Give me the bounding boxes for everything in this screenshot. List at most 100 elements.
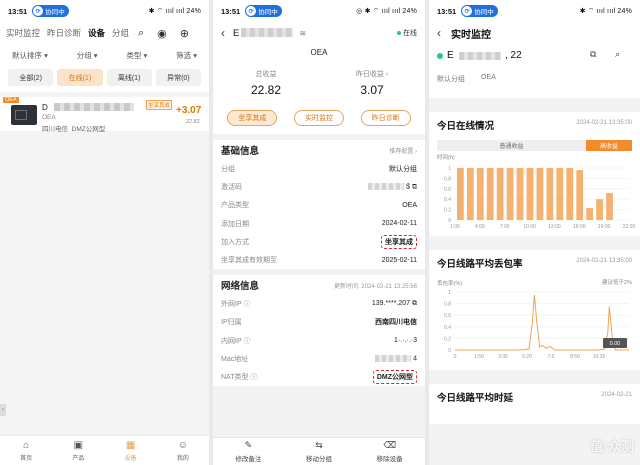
chip-all[interactable]: 全部(2) — [8, 69, 54, 86]
y-tick-label: 0.8 — [444, 176, 451, 182]
online-status-card: 今日在线情况 2024-02-21 13:35:00 普通收益 高收益 时间(h… — [429, 112, 640, 236]
nav-products[interactable]: ▣ 产品 — [52, 436, 104, 465]
nav-me[interactable]: ☺ 我的 — [157, 436, 209, 465]
recommend-link[interactable]: 推荐配置 › — [389, 146, 417, 155]
tab-diagnosis[interactable]: 昨日诊断 — [47, 27, 81, 39]
y-tick-label: 0 — [448, 348, 451, 354]
device-name: E — [447, 50, 454, 61]
online-bar — [606, 192, 613, 220]
status-bar: 13:51 ⟳ 协同中 ✱ ⌔ ıııl ıııl 24% — [429, 0, 640, 22]
loss-line-chart: 1 0.8 0.6 0.4 0.2 00 1:50 3:35 5:20 7:5 8:50 10:35 0… — [444, 290, 629, 360]
tab-realtime[interactable]: 实时监控 — [6, 27, 40, 39]
device-type: OEA — [481, 74, 496, 81]
edit-icon: ✎ — [244, 440, 253, 450]
back-icon[interactable]: ‹ — [221, 26, 225, 40]
info-row: 分组 默认分组 — [221, 166, 417, 174]
sync-pill: ⟳ 协同中 — [461, 5, 498, 17]
title-redacted — [241, 28, 294, 38]
edit-note-button[interactable]: ✎ 修改备注 — [213, 438, 284, 465]
side-handle[interactable]: ‹ — [0, 404, 6, 416]
tab-groups[interactable]: 分组 — [112, 27, 129, 39]
device-total: 22.82 — [186, 119, 200, 125]
eye-icon[interactable]: ◉ — [157, 27, 167, 40]
bottom-nav: ⌂ 首页 ▣ 产品 ▦ 设备 ☺ 我的 — [0, 435, 209, 465]
online-bar — [457, 168, 464, 220]
device-name-redacted — [54, 103, 134, 111]
device-type: OEA — [42, 114, 56, 121]
back-icon[interactable]: ‹ — [437, 26, 441, 40]
action-buttons: 坐享其成 实时监控 昨日诊断 — [213, 106, 425, 134]
add-icon[interactable]: ⊕ — [180, 27, 189, 40]
nat-type-highlight: DMZ公网型 — [372, 369, 417, 384]
x-tick-label: 0 — [454, 354, 457, 360]
online-bar — [506, 168, 514, 220]
online-bar — [476, 168, 484, 220]
device-name-suffix: , 22 — [505, 50, 522, 61]
x-tick-label: 7:00 — [500, 224, 510, 230]
x-tick-label: 1:00 — [450, 224, 460, 230]
nav-devices[interactable]: ▦ 设备 — [105, 436, 157, 465]
remove-device-button[interactable]: ⌫ 移除设备 — [354, 438, 425, 465]
yesterday-earnings[interactable]: 昨日收益 › 3.07 — [319, 66, 425, 106]
x-tick-label: 8:50 — [570, 354, 580, 360]
status-bar: 13:51 ⟳ 协同中 ✱ ⌔ ıııl ıııl 24% — [0, 0, 209, 22]
watermark: 值·众测 — [590, 439, 634, 454]
x-tick-label: 19:00 — [598, 224, 611, 230]
share-button[interactable]: 坐享其成 — [227, 110, 278, 126]
y-tick-label: 0.6 — [444, 313, 451, 319]
x-tick-label: 10:35 — [593, 354, 606, 360]
info-icon[interactable]: ⓘ — [243, 338, 250, 345]
move-group-button[interactable]: ⇆ 移动分组 — [284, 438, 355, 465]
status-indicators: ✱ ⌔ ıııl ıııl 24% — [579, 7, 632, 15]
device-icons[interactable]: ⧉ ⌕ — [590, 49, 628, 60]
info-icon[interactable]: ⓘ — [243, 301, 250, 308]
y-tick-label: 0.4 — [444, 197, 451, 203]
online-bar — [566, 168, 574, 220]
x-tick-label: 4:00 — [475, 224, 485, 230]
device-thumbnail — [11, 105, 37, 125]
delay-timestamp: 2024-02-21 — [601, 392, 632, 398]
realtime-button[interactable]: 实时监控 — [293, 110, 344, 126]
section-title: 基础信息 — [221, 146, 260, 157]
page-title: 实时监控 — [451, 29, 491, 41]
earnings-summary: 总收益 22.82 昨日收益 › 3.07 — [213, 66, 425, 106]
filter-dropdown[interactable]: 筛选 ▾ — [176, 50, 197, 61]
loss-value-label: 0.00 — [610, 341, 621, 347]
monitor-device-info: E , 22 ⧉ ⌕ 默认分组 OEA — [429, 44, 640, 98]
sort-dropdown[interactable]: 默认排序 ▾ — [12, 50, 48, 61]
info-icon[interactable]: ⓘ — [250, 374, 257, 381]
nav-home[interactable]: ⌂ 首页 — [0, 436, 52, 465]
bag-icon: ▣ — [73, 439, 84, 451]
chip-abnormal[interactable]: 异常(0) — [155, 69, 201, 86]
chip-online[interactable]: 在线(1) — [57, 69, 103, 86]
high-earning-tab[interactable]: 高收益 — [586, 140, 632, 151]
user-icon: ☺ — [177, 439, 188, 451]
device-name: D — [42, 103, 48, 112]
x-tick-label: 10:00 — [523, 224, 536, 230]
online-bar — [526, 168, 534, 220]
diagnosis-button[interactable]: 昨日诊断 — [360, 110, 411, 126]
online-ylabel: 时间(h) — [437, 155, 455, 161]
device-list-item[interactable]: OEA D OEA 四川电信 DMZ公网型 坐享其成 +3.07 22.82 — [0, 97, 209, 133]
update-time: 更新时间: 2024-02-21 13:25:56 — [333, 283, 417, 290]
search-icon[interactable]: ⌕ — [138, 27, 144, 40]
detail-actions: ✎ 修改备注 ⇆ 移动分组 ⌫ 移除设备 — [213, 437, 425, 465]
devices-panel: 13:51 ⟳ 协同中 ✱ ⌔ ıııl ıııl 24% 实时监控 昨日诊断 设… — [0, 0, 209, 465]
info-row: NAT类型 ⓘ DMZ公网型 — [213, 368, 425, 386]
top-tabs: 实时监控 昨日诊断 设备 分组 ⌕ ◉ ⊕ — [0, 22, 209, 44]
type-dropdown[interactable]: 类型 ▾ — [126, 50, 147, 61]
loss-line — [455, 294, 629, 351]
tab-devices[interactable]: 设备 — [88, 27, 105, 39]
normal-earning-tab[interactable]: 普通收益 — [437, 140, 586, 151]
y-tick-label: 0.6 — [444, 187, 451, 193]
chip-offline[interactable]: 离线(1) — [106, 69, 152, 86]
detail-header: ‹ E ≋ 在线 — [213, 22, 425, 44]
online-bar — [496, 168, 504, 220]
section-title: 网络信息 — [221, 281, 260, 293]
online-bar — [556, 168, 564, 220]
status-time: 13:51 — [221, 6, 241, 16]
latency-card: 今日线路平均时延 2024-02-21 — [429, 384, 640, 424]
copy-icon[interactable]: ⧉ — [412, 300, 417, 307]
copy-icon[interactable]: ⧉ — [412, 183, 417, 190]
group-dropdown[interactable]: 分组 ▾ — [77, 50, 98, 61]
